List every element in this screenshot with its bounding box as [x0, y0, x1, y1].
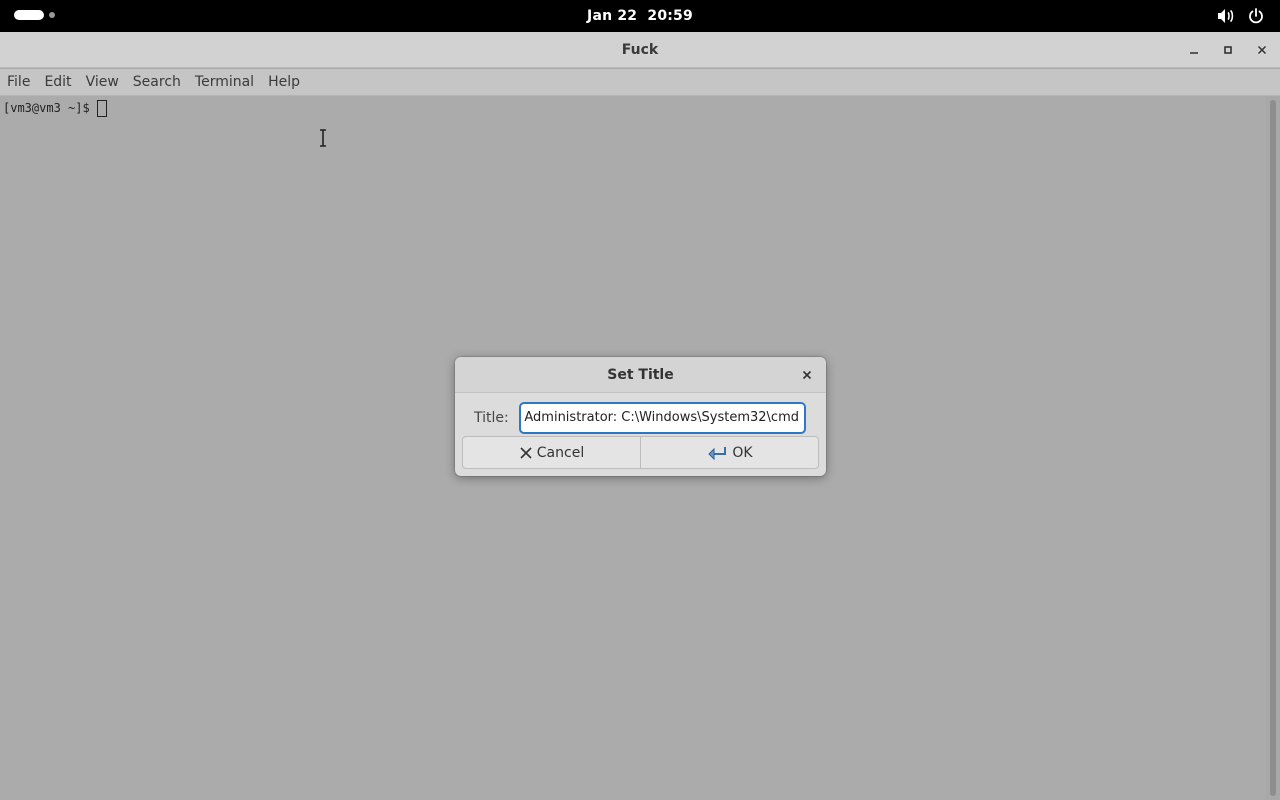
- minimize-button[interactable]: [1182, 38, 1206, 62]
- menu-bar: File Edit View Search Terminal Help: [0, 69, 1280, 96]
- close-icon: [802, 370, 812, 380]
- close-button[interactable]: [1250, 38, 1274, 62]
- dialog-header[interactable]: Set Title: [455, 357, 826, 393]
- cancel-icon: [520, 446, 532, 459]
- dialog-close-button[interactable]: [796, 364, 818, 386]
- enter-key-icon: [708, 446, 727, 460]
- ok-button[interactable]: OK: [640, 437, 818, 468]
- dialog-buttons: Cancel OK: [462, 436, 819, 469]
- menu-help[interactable]: Help: [261, 69, 307, 96]
- prompt-line: [vm3@vm3 ~]$: [3, 99, 107, 117]
- menu-edit[interactable]: Edit: [37, 69, 78, 96]
- title-field-row: Title: Administrator: C:\Windows\System3…: [455, 402, 826, 434]
- set-title-dialog: Set Title Title: Administrator: C:\Windo…: [455, 357, 826, 476]
- activities-button[interactable]: [14, 10, 55, 20]
- window-headerbar[interactable]: Fuck: [0, 32, 1280, 68]
- workspace-indicator: [49, 12, 55, 18]
- menu-search[interactable]: Search: [126, 69, 188, 96]
- workspace-active-indicator: [14, 10, 44, 20]
- clock[interactable]: Jan 22 20:59: [0, 0, 1280, 32]
- clock-time: 20:59: [647, 8, 693, 24]
- menu-file[interactable]: File: [0, 69, 37, 96]
- dialog-title: Set Title: [607, 367, 674, 383]
- volume-icon[interactable]: [1216, 6, 1236, 26]
- maximize-button[interactable]: [1216, 38, 1240, 62]
- ibeam-cursor-icon: [318, 129, 328, 147]
- clock-date: Jan 22: [587, 8, 638, 24]
- window-controls: [1182, 38, 1274, 62]
- cancel-button[interactable]: Cancel: [463, 437, 640, 468]
- cancel-label: Cancel: [536, 444, 585, 461]
- scrollbar[interactable]: [1266, 96, 1280, 800]
- system-tray[interactable]: [1216, 6, 1266, 26]
- menu-view[interactable]: View: [79, 69, 126, 96]
- window-title: Fuck: [621, 42, 659, 58]
- top-bar: Jan 22 20:59: [0, 0, 1280, 32]
- ok-label: OK: [732, 444, 753, 461]
- menu-terminal[interactable]: Terminal: [188, 69, 261, 96]
- scrollbar-thumb[interactable]: [1270, 100, 1276, 796]
- power-icon[interactable]: [1246, 6, 1266, 26]
- terminal-cursor: [96, 99, 107, 117]
- shell-prompt: [vm3@vm3 ~]$: [3, 101, 90, 115]
- title-input[interactable]: Administrator: C:\Windows\System32\cmd: [519, 402, 806, 434]
- title-input-value: Administrator: C:\Windows\System32\cmd: [524, 410, 799, 425]
- title-label: Title:: [474, 410, 509, 426]
